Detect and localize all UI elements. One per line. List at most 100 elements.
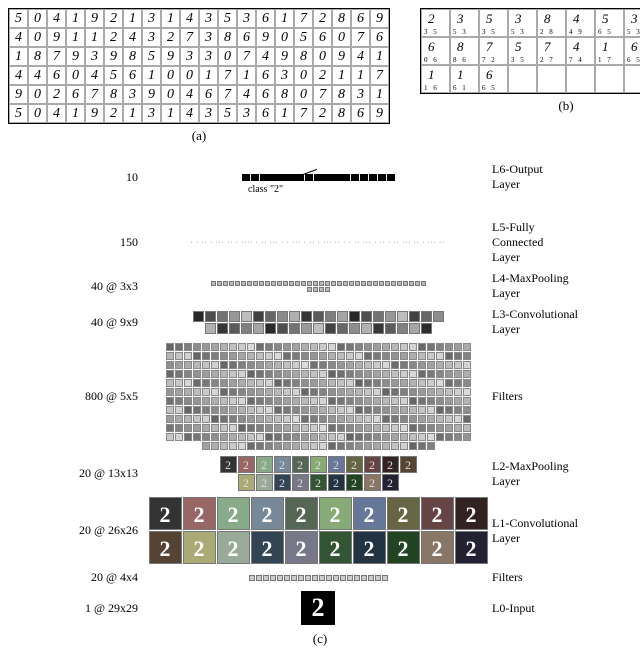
feature-map [229, 311, 240, 322]
feature-map [265, 406, 273, 414]
feature-map [301, 343, 309, 351]
feature-map [301, 311, 312, 322]
feature-map [355, 406, 363, 414]
feature-map [265, 388, 273, 396]
feature-map [333, 575, 339, 581]
mnist-digit: 1 [142, 66, 161, 85]
feature-map [247, 406, 255, 414]
feature-map [247, 388, 255, 396]
feature-map [382, 388, 390, 396]
mnist-digit: 9 [370, 104, 389, 123]
feature-map: 2 [387, 497, 420, 530]
mnist-digit: 2 [313, 66, 332, 85]
feature-map [409, 352, 417, 360]
feature-map [193, 370, 201, 378]
feature-map [193, 424, 201, 432]
misclass-cell: 47 4 [566, 37, 595, 65]
mnist-digit: 8 [332, 9, 351, 28]
feature-map: 2 [400, 456, 417, 473]
feature-map [193, 388, 201, 396]
feature-map [391, 433, 399, 441]
feature-map [445, 343, 453, 351]
feature-map [265, 442, 273, 450]
feature-map [277, 575, 283, 581]
feature-map [283, 352, 291, 360]
mnist-digit: 0 [313, 47, 332, 66]
feature-map [263, 575, 269, 581]
feature-map [445, 379, 453, 387]
feature-map [220, 370, 228, 378]
mnist-digit: 1 [66, 104, 85, 123]
feature-map [205, 323, 216, 334]
feature-map [328, 370, 336, 378]
feature-map [229, 388, 237, 396]
mnist-digit: 1 [161, 104, 180, 123]
feature-map [319, 415, 327, 423]
feature-map [400, 343, 408, 351]
feature-map [373, 442, 381, 450]
feature-map [400, 415, 408, 423]
mnist-digit: 3 [142, 9, 161, 28]
feature-map [247, 424, 255, 432]
feature-map [445, 352, 453, 360]
feature-map [247, 281, 252, 286]
mnist-digit: 3 [180, 47, 199, 66]
feature-map [256, 575, 262, 581]
feature-map [328, 424, 336, 432]
feature-map [400, 370, 408, 378]
feature-map [256, 361, 264, 369]
feature-map [166, 406, 174, 414]
mnist-digit: 3 [199, 104, 218, 123]
feature-map [361, 575, 367, 581]
mnist-digit: 1 [85, 28, 104, 47]
feature-map [202, 370, 210, 378]
feature-map [400, 406, 408, 414]
feature-map [364, 370, 372, 378]
feature-map [463, 379, 471, 387]
feature-map [382, 379, 390, 387]
feature-map [436, 406, 444, 414]
misclass-cell: 35 3 [450, 9, 479, 37]
layer-name-l3: L3-Convolutional Layer [488, 307, 622, 337]
feature-map: 2 [292, 456, 309, 473]
layer-name-l0: L0-Input [488, 601, 622, 616]
feature-map [337, 323, 348, 334]
feature-map [337, 397, 345, 405]
feature-map: 2 [310, 456, 327, 473]
feature-map [310, 415, 318, 423]
feature-map [235, 281, 240, 286]
feature-map [328, 379, 336, 387]
feature-map [319, 281, 324, 286]
mnist-digit: 3 [199, 9, 218, 28]
feature-map [238, 343, 246, 351]
feature-map [364, 433, 372, 441]
feature-map [202, 415, 210, 423]
feature-map [291, 575, 297, 581]
feature-map [373, 424, 381, 432]
feature-map [337, 406, 345, 414]
mnist-digit: 0 [180, 66, 199, 85]
feature-map [445, 370, 453, 378]
feature-map [184, 343, 192, 351]
feature-map [436, 433, 444, 441]
layer-size-filters5: 800 @ 5x5 [8, 389, 148, 404]
feature-map [211, 433, 219, 441]
feature-map [427, 361, 435, 369]
feature-map [301, 433, 309, 441]
mnist-digit: 0 [294, 85, 313, 104]
layer-name-l4: L4-MaxPooling Layer [488, 271, 622, 301]
feature-map: 2 [292, 474, 309, 491]
feature-map [400, 442, 408, 450]
filters4-vis [238, 575, 398, 581]
feature-map: 2 [256, 474, 273, 491]
feature-map: 2 [285, 531, 318, 564]
feature-map [202, 397, 210, 405]
feature-map [421, 281, 426, 286]
feature-map [292, 370, 300, 378]
feature-map [283, 379, 291, 387]
feature-map [319, 343, 327, 351]
feature-map [418, 361, 426, 369]
layer-size-filters4: 20 @ 4x4 [8, 570, 148, 585]
feature-map [265, 433, 273, 441]
mnist-digit: 1 [370, 47, 389, 66]
